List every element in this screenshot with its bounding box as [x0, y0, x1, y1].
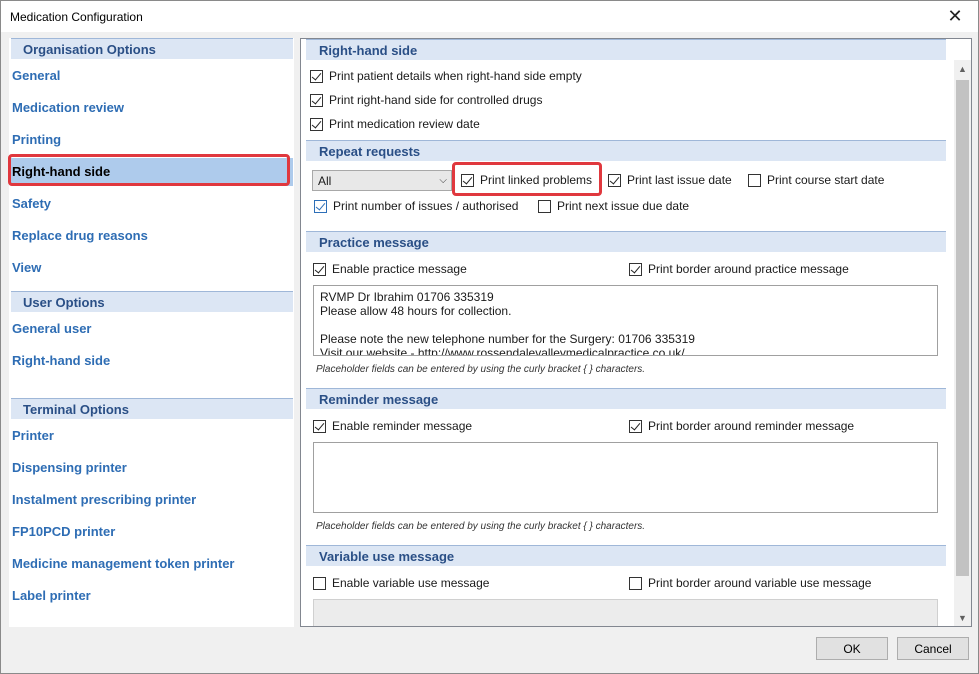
nav-item-general[interactable]: General [12, 68, 60, 83]
vertical-scrollbar[interactable]: ▲ ▼ [954, 60, 971, 626]
reminder-message-heading: Reminder message [306, 388, 946, 409]
ok-button[interactable]: OK [816, 637, 888, 660]
message-line: Please allow 48 hours for collection. [320, 304, 512, 318]
checkbox-label: Print border around practice message [648, 262, 849, 276]
checkbox-checked-icon[interactable] [313, 262, 326, 276]
title-bar: Medication Configuration ✕ [1, 1, 978, 32]
checkbox-label: Enable practice message [332, 262, 467, 276]
scrollbar-thumb[interactable] [956, 80, 969, 576]
checkbox-checked-icon[interactable] [629, 419, 642, 433]
chevron-down-icon[interactable]: ⌵ [439, 175, 447, 186]
practice-message-textarea[interactable]: RVMP Dr Ibrahim 01706 335319 Please allo… [313, 285, 938, 356]
print-last-issue-date-checkbox[interactable]: Print last issue date [608, 173, 732, 187]
practice-placeholder-hint: Placeholder fields can be entered by usi… [316, 364, 646, 375]
nav-item-dispensing-printer[interactable]: Dispensing printer [12, 460, 127, 475]
print-medication-review-date-checkbox[interactable]: Print medication review date [310, 117, 480, 131]
settings-panel: Right-hand side Print patient details wh… [300, 38, 972, 627]
checkbox-unchecked-icon[interactable] [538, 199, 551, 213]
checkbox-checked-icon[interactable] [310, 69, 323, 83]
linked-problems-highlight-box [452, 162, 602, 196]
nav-item-view[interactable]: View [12, 260, 41, 275]
repeat-requests-heading: Repeat requests [306, 140, 946, 161]
checkbox-label: Print border around reminder message [648, 419, 855, 433]
nav-item-fp10pcd-printer[interactable]: FP10PCD printer [12, 524, 115, 539]
terminal-options-label: Terminal Options [23, 402, 129, 417]
message-line: Please note the new telephone number for… [320, 332, 695, 346]
options-navigation: Organisation Options General Medication … [8, 38, 294, 627]
checkbox-label: Print border around variable use message [648, 576, 872, 590]
enable-variable-use-message-checkbox[interactable]: Enable variable use message [313, 576, 489, 590]
scroll-up-icon[interactable]: ▲ [954, 60, 971, 77]
select-value: All [318, 174, 332, 188]
checkbox-label: Print course start date [767, 173, 885, 187]
print-next-issue-due-date-checkbox[interactable]: Print next issue due date [538, 199, 689, 213]
checkbox-label: Enable reminder message [332, 419, 473, 433]
print-border-reminder-message-checkbox[interactable]: Print border around reminder message [629, 419, 854, 433]
print-course-start-date-checkbox[interactable]: Print course start date [748, 173, 884, 187]
checkbox-unchecked-icon[interactable] [629, 576, 642, 590]
organisation-options-label: Organisation Options [23, 42, 156, 57]
enable-practice-message-checkbox[interactable]: Enable practice message [313, 262, 467, 276]
checkbox-checked-icon[interactable] [310, 117, 323, 131]
practice-message-heading: Practice message [306, 231, 946, 252]
checkbox-label: Print next issue due date [557, 199, 690, 213]
print-patient-details-checkbox[interactable]: Print patient details when right-hand si… [310, 69, 582, 83]
reminder-message-textarea[interactable] [313, 442, 938, 513]
checkbox-unchecked-icon[interactable] [748, 173, 761, 187]
practice-message-heading-label: Practice message [319, 235, 429, 250]
enable-reminder-message-checkbox[interactable]: Enable reminder message [313, 419, 472, 433]
checkbox-checked-icon[interactable] [608, 173, 621, 187]
nav-item-user-right-hand-side[interactable]: Right-hand side [12, 353, 110, 368]
right-hand-side-heading-label: Right-hand side [319, 43, 418, 58]
organisation-options-heading: Organisation Options [11, 38, 293, 59]
reminder-message-heading-label: Reminder message [319, 392, 439, 407]
nav-item-printer[interactable]: Printer [12, 428, 54, 443]
variable-use-message-heading: Variable use message [306, 545, 946, 566]
nav-item-instalment-prescribing-printer[interactable]: Instalment prescribing printer [12, 492, 196, 507]
checkbox-label: Print patient details when right-hand si… [329, 69, 582, 83]
checkbox-checked-icon[interactable] [629, 262, 642, 276]
nav-item-medicine-management-token-printer[interactable]: Medicine management token printer [12, 556, 235, 571]
window-title: Medication Configuration [10, 10, 143, 24]
checkbox-label: Enable variable use message [332, 576, 490, 590]
nav-item-medication-review[interactable]: Medication review [12, 100, 124, 115]
nav-item-replace-drug-reasons[interactable]: Replace drug reasons [12, 228, 148, 243]
scroll-down-icon[interactable]: ▼ [954, 609, 971, 626]
repeat-requests-heading-label: Repeat requests [319, 144, 421, 159]
cancel-button[interactable]: Cancel [897, 637, 969, 660]
checkbox-checked-icon[interactable] [313, 419, 326, 433]
checkbox-checked-icon[interactable] [314, 199, 327, 213]
checkbox-label: Print medication review date [329, 117, 480, 131]
print-number-of-issues-checkbox[interactable]: Print number of issues / authorised [314, 199, 518, 213]
repeat-requests-select[interactable]: All ⌵ [312, 170, 452, 191]
checkbox-unchecked-icon[interactable] [313, 576, 326, 590]
nav-item-general-user[interactable]: General user [12, 321, 92, 336]
checkbox-checked-icon[interactable] [310, 93, 323, 107]
selected-item-highlight-box [8, 154, 290, 186]
medication-configuration-dialog: Medication Configuration ✕ Organisation … [0, 0, 979, 674]
user-options-heading: User Options [11, 291, 293, 312]
message-line: RVMP Dr Ibrahim 01706 335319 [320, 290, 494, 304]
print-rhs-controlled-drugs-checkbox[interactable]: Print right-hand side for controlled dru… [310, 93, 542, 107]
variable-use-message-heading-label: Variable use message [319, 549, 455, 564]
checkbox-label: Print right-hand side for controlled dru… [329, 93, 543, 107]
print-border-variable-use-message-checkbox[interactable]: Print border around variable use message [629, 576, 871, 590]
checkbox-label: Print number of issues / authorised [333, 199, 519, 213]
nav-item-printing[interactable]: Printing [12, 132, 61, 147]
reminder-placeholder-hint: Placeholder fields can be entered by usi… [316, 521, 646, 532]
close-icon[interactable]: ✕ [932, 1, 978, 32]
checkbox-label: Print last issue date [627, 173, 732, 187]
print-border-practice-message-checkbox[interactable]: Print border around practice message [629, 262, 849, 276]
right-hand-side-heading: Right-hand side [306, 39, 946, 60]
message-line: Visit our website - http://www.rossendal… [320, 346, 685, 356]
terminal-options-heading: Terminal Options [11, 398, 293, 419]
variable-use-message-textarea[interactable] [313, 599, 938, 626]
message-line [314, 318, 937, 332]
nav-item-label-printer[interactable]: Label printer [12, 588, 91, 603]
nav-item-safety[interactable]: Safety [12, 196, 51, 211]
user-options-label: User Options [23, 295, 105, 310]
